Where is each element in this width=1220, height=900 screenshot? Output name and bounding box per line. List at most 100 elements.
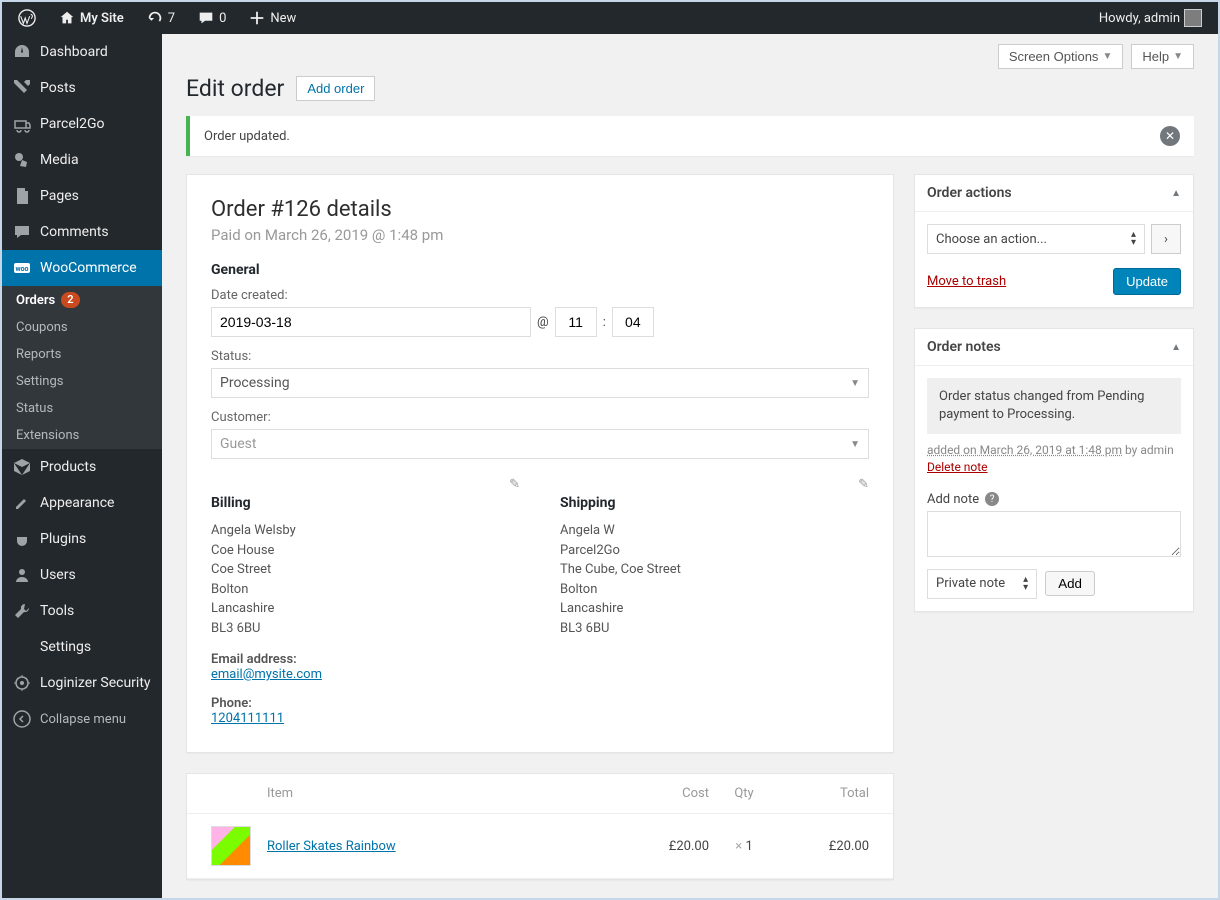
- shipping-line: Lancashire: [560, 599, 869, 619]
- admin-sidebar: Dashboard Posts Parcel2Go Media Pages Co…: [2, 34, 162, 898]
- dismiss-notice-button[interactable]: ✕: [1160, 126, 1180, 146]
- page-title: Edit order: [186, 75, 284, 102]
- sidebar-item-woocommerce[interactable]: wooWooCommerce: [2, 250, 162, 286]
- shipping-line: Angela W: [560, 521, 869, 541]
- panel-toggle[interactable]: ▲: [1171, 188, 1181, 199]
- sidebar-item-users[interactable]: Users: [2, 557, 162, 593]
- comments-bubble[interactable]: 0: [189, 9, 234, 27]
- orders-count-badge: 2: [61, 292, 79, 308]
- order-heading: Order #126 details: [211, 197, 869, 222]
- svg-text:woo: woo: [15, 265, 28, 273]
- general-section-title: General: [211, 262, 869, 278]
- avatar-icon: [1184, 9, 1202, 27]
- site-home[interactable]: My Site: [50, 9, 132, 27]
- date-created-label: Date created:: [211, 288, 869, 303]
- sidebar-item-posts[interactable]: Posts: [2, 70, 162, 106]
- sidebar-item-dashboard[interactable]: Dashboard: [2, 34, 162, 70]
- caret-down-icon: ▼: [850, 378, 860, 389]
- customer-select[interactable]: Guest▼: [211, 429, 869, 459]
- shipping-title: Shipping: [560, 495, 869, 511]
- update-order-button[interactable]: Update: [1113, 268, 1181, 295]
- notice-text: Order updated.: [204, 129, 290, 144]
- panel-toggle[interactable]: ▲: [1171, 342, 1181, 353]
- billing-line: Bolton: [211, 580, 520, 600]
- time-colon: :: [603, 315, 606, 330]
- update-notice: Order updated. ✕: [186, 116, 1194, 156]
- col-total: Total: [779, 786, 869, 801]
- chevron-down-icon: ▼: [1102, 51, 1112, 62]
- add-order-button[interactable]: Add order: [296, 76, 375, 101]
- minute-input[interactable]: [612, 307, 654, 337]
- edit-billing-button[interactable]: ✎: [509, 477, 520, 492]
- order-notes-title: Order notes: [927, 339, 1001, 355]
- move-to-trash-link[interactable]: Move to trash: [927, 274, 1006, 289]
- help-button[interactable]: Help ▼: [1131, 44, 1194, 69]
- sidebar-item-parcel2go[interactable]: Parcel2Go: [2, 106, 162, 142]
- screen-options-button[interactable]: Screen Options ▼: [998, 44, 1124, 69]
- product-name-link[interactable]: Roller Skates Rainbow: [267, 839, 619, 854]
- sidebar-sub-settings[interactable]: Settings: [2, 368, 162, 395]
- col-qty: Qty: [709, 786, 779, 801]
- billing-phone-link[interactable]: 1204111111: [211, 711, 284, 726]
- sidebar-item-plugins[interactable]: Plugins: [2, 521, 162, 557]
- shipping-line: Bolton: [560, 580, 869, 600]
- sidebar-item-appearance[interactable]: Appearance: [2, 485, 162, 521]
- billing-line: Coe Street: [211, 560, 520, 580]
- new-content[interactable]: New: [240, 9, 304, 27]
- phone-label: Phone:: [211, 696, 520, 711]
- order-items-panel: Item Cost Qty Total Roller Skates Rainbo…: [186, 773, 894, 880]
- col-item: Item: [267, 786, 619, 801]
- shipping-line: Parcel2Go: [560, 541, 869, 561]
- item-qty: × 1: [709, 839, 779, 854]
- sidebar-sub-orders[interactable]: Orders2: [2, 286, 162, 314]
- billing-title: Billing: [211, 495, 520, 511]
- sidebar-item-pages[interactable]: Pages: [2, 178, 162, 214]
- at-symbol: @: [537, 315, 549, 330]
- admin-bar: My Site 7 0 New Howdy, admin: [2, 2, 1218, 34]
- sidebar-item-comments[interactable]: Comments: [2, 214, 162, 250]
- billing-email-link[interactable]: email@mysite.com: [211, 667, 322, 682]
- sidebar-submenu-woocommerce: Orders2 Coupons Reports Settings Status …: [2, 286, 162, 449]
- howdy-account[interactable]: Howdy, admin: [1091, 9, 1210, 27]
- shipping-line: BL3 6BU: [560, 619, 869, 639]
- col-cost: Cost: [619, 786, 709, 801]
- order-action-select[interactable]: Choose an action...▴▾: [927, 224, 1145, 254]
- order-paid-meta: Paid on March 26, 2019 @ 1:48 pm: [211, 226, 869, 244]
- hour-input[interactable]: [555, 307, 597, 337]
- order-item-row: Roller Skates Rainbow £20.00 × 1 £20.00: [187, 814, 893, 879]
- add-note-label: Add note: [927, 492, 979, 507]
- customer-label: Customer:: [211, 410, 869, 425]
- sidebar-sub-extensions[interactable]: Extensions: [2, 422, 162, 449]
- status-select[interactable]: Processing▼: [211, 368, 869, 398]
- edit-shipping-button[interactable]: ✎: [858, 477, 869, 492]
- order-note: Order status changed from Pending paymen…: [927, 378, 1181, 434]
- billing-line: Angela Welsby: [211, 521, 520, 541]
- date-created-input[interactable]: [211, 307, 531, 337]
- collapse-menu[interactable]: Collapse menu: [2, 701, 162, 737]
- email-label: Email address:: [211, 652, 520, 667]
- sidebar-sub-reports[interactable]: Reports: [2, 341, 162, 368]
- chevron-down-icon: ▼: [1173, 51, 1183, 62]
- sidebar-item-products[interactable]: Products: [2, 449, 162, 485]
- add-note-textarea[interactable]: [927, 511, 1181, 557]
- item-cost: £20.00: [619, 839, 709, 854]
- billing-line: Lancashire: [211, 599, 520, 619]
- sidebar-item-media[interactable]: Media: [2, 142, 162, 178]
- add-note-button[interactable]: Add: [1045, 571, 1095, 596]
- caret-down-icon: ▼: [850, 439, 860, 450]
- sidebar-sub-coupons[interactable]: Coupons: [2, 314, 162, 341]
- wp-logo[interactable]: [10, 9, 44, 27]
- sidebar-item-settings[interactable]: Settings: [2, 629, 162, 665]
- help-icon[interactable]: ?: [985, 492, 999, 506]
- note-type-select[interactable]: Private note▴▾: [927, 569, 1037, 599]
- delete-note-link[interactable]: Delete note: [927, 460, 988, 474]
- apply-action-button[interactable]: ›: [1151, 224, 1181, 254]
- sidebar-item-tools[interactable]: Tools: [2, 593, 162, 629]
- item-total: £20.00: [779, 839, 869, 854]
- sidebar-item-loginizer[interactable]: Loginizer Security: [2, 665, 162, 701]
- shipping-line: The Cube, Coe Street: [560, 560, 869, 580]
- updates[interactable]: 7: [138, 9, 183, 27]
- sidebar-sub-status[interactable]: Status: [2, 395, 162, 422]
- billing-line: Coe House: [211, 541, 520, 561]
- order-notes-panel: Order notes ▲ Order status changed from P…: [914, 328, 1194, 612]
